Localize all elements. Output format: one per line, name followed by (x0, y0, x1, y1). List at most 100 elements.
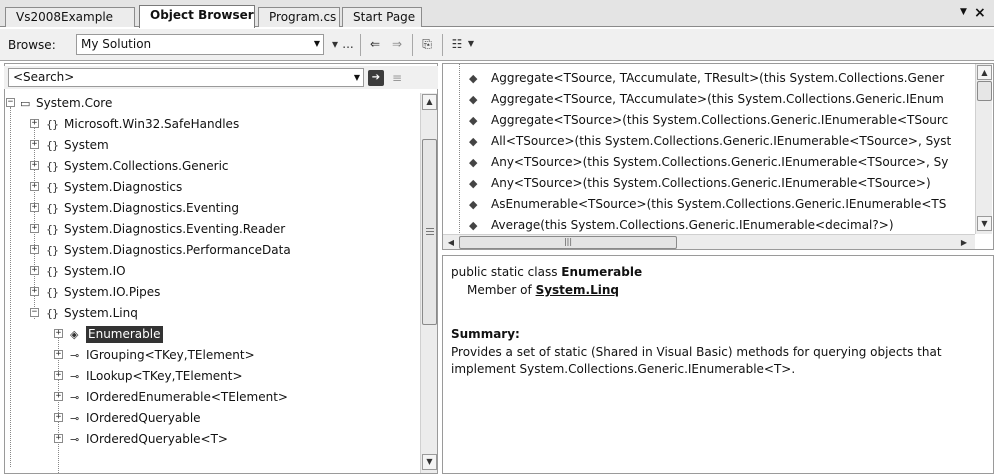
expand-icon[interactable]: + (30, 140, 39, 149)
collapse-icon[interactable]: − (6, 98, 15, 107)
member-item[interactable]: ◆ Aggregate<TSource, TAccumulate>(this S… (443, 89, 973, 110)
member-item[interactable]: ◆ All<TSource>(this System.Collections.G… (443, 131, 973, 152)
tree-node-namespace[interactable]: + {} System.Diagnostics (6, 177, 416, 198)
member-label: Aggregate<TSource, TAccumulate>(this Sys… (491, 92, 944, 106)
namespace-icon: {} (46, 223, 59, 236)
search-input[interactable]: <Search> ▼ (8, 68, 364, 87)
scroll-grip (426, 234, 434, 235)
expand-icon[interactable]: + (54, 350, 63, 359)
tree-node-namespace[interactable]: + {} System.IO.Pipes (6, 282, 416, 303)
members-horizontal-scrollbar[interactable]: ◀ ||| ▶ (443, 234, 975, 249)
scroll-grip (426, 228, 434, 229)
settings-dropdown-icon[interactable]: ▼ (466, 35, 476, 55)
tree-node-label: System.Linq (64, 306, 138, 320)
add-reference-icon[interactable]: ⎘ (418, 35, 436, 55)
toolbar-separator (412, 34, 413, 56)
namespace-icon: {} (46, 139, 59, 152)
class-icon: ◈ (70, 328, 79, 341)
tree-node-type[interactable]: + ⊸ IOrderedQueryable (6, 408, 416, 429)
member-item[interactable]: ◆ Any<TSource>(this System.Collections.G… (443, 152, 973, 173)
member-item[interactable]: ◆ Aggregate<TSource, TAccumulate, TResul… (443, 68, 973, 89)
tree-node-namespace[interactable]: + {} System.IO (6, 261, 416, 282)
tab-vs2008example[interactable]: Vs2008Example (5, 7, 135, 27)
namespace-link[interactable]: System.Linq (536, 283, 619, 297)
chevron-down-icon: ▼ (353, 73, 360, 82)
tree-node-namespace[interactable]: + {} System.Collections.Generic (6, 156, 416, 177)
tree-node-label: System.Diagnostics.PerformanceData (64, 243, 291, 257)
tree-node-namespace[interactable]: + {} System (6, 135, 416, 156)
tab-start-page[interactable]: Start Page (342, 7, 422, 27)
forward-arrow-icon[interactable]: ⇒ (388, 35, 406, 55)
scrollbar-thumb[interactable] (422, 139, 437, 325)
tree-node-namespace-system-linq[interactable]: − {} System.Linq (6, 303, 416, 324)
scroll-down-icon[interactable]: ▼ (422, 454, 437, 470)
tree-node-type[interactable]: + ⊸ IOrderedQueryable<T> (6, 429, 416, 450)
tree-node-type[interactable]: + ⊸ ILookup<TKey,TElement> (6, 366, 416, 387)
tree-node-namespace[interactable]: + {} System.Diagnostics.PerformanceData (6, 240, 416, 261)
expand-icon[interactable]: + (30, 224, 39, 233)
tree-node-namespace[interactable]: + {} System.Diagnostics.Eventing.Reader (6, 219, 416, 240)
browse-scope-dropdown[interactable]: My Solution ▼ (76, 34, 324, 55)
scroll-right-icon[interactable]: ▶ (957, 236, 971, 249)
toolbar-separator (360, 34, 361, 56)
tree-node-label: System (64, 138, 109, 152)
tree-node-system-core[interactable]: − ▭ System.Core (6, 93, 416, 114)
expand-icon[interactable]: + (54, 413, 63, 422)
expand-icon[interactable]: + (30, 161, 39, 170)
clear-search-icon[interactable]: ≡ (388, 70, 406, 86)
search-placeholder: <Search> (13, 70, 75, 84)
back-arrow-icon[interactable]: ⇐ (366, 35, 384, 55)
scroll-up-icon[interactable]: ▲ (977, 65, 992, 80)
tree-vertical-scrollbar[interactable]: ▲ ▼ (420, 93, 437, 473)
expand-icon[interactable]: + (30, 266, 39, 275)
extension-method-icon: ◆ (469, 93, 478, 106)
scroll-grip (426, 231, 434, 232)
member-item[interactable]: ◆ Average(this System.Collections.Generi… (443, 215, 973, 236)
tree-node-namespace[interactable]: + {} System.Diagnostics.Eventing (6, 198, 416, 219)
tree-node-namespace[interactable]: + {} Microsoft.Win32.SafeHandles (6, 114, 416, 135)
scroll-down-icon[interactable]: ▼ (977, 216, 992, 231)
tree-node-label: System.Collections.Generic (64, 159, 229, 173)
tab-object-browser[interactable]: Object Browser (139, 5, 255, 28)
tree-node-type[interactable]: + ⊸ IGrouping<TKey,TElement> (6, 345, 416, 366)
settings-list-icon[interactable]: ☷ (448, 35, 466, 55)
edit-custom-component-set-button[interactable]: ... (341, 35, 355, 55)
members-pane: ◆ Aggregate<TSource, TAccumulate, TResul… (442, 63, 994, 250)
expand-icon[interactable]: + (30, 203, 39, 212)
scrollbar-thumb[interactable]: ||| (459, 236, 677, 249)
extension-method-icon: ◆ (469, 72, 478, 85)
tab-list-dropdown-icon[interactable]: ▼ (960, 7, 967, 17)
type-signature: public static class Enumerable (451, 264, 642, 281)
expand-icon[interactable]: + (30, 287, 39, 296)
browse-dropdown-arrow-icon[interactable]: ▾ (328, 35, 342, 55)
scroll-left-icon[interactable]: ◀ (444, 236, 458, 249)
interface-icon: ⊸ (70, 412, 79, 425)
member-label: Average(this System.Collections.Generic.… (491, 218, 894, 232)
member-item[interactable]: ◆ Aggregate<TSource>(this System.Collect… (443, 110, 973, 131)
member-label: Aggregate<TSource, TAccumulate, TResult>… (491, 71, 945, 85)
close-tab-icon[interactable]: × (974, 5, 986, 21)
tree-node-type[interactable]: + ◈ Enumerable (6, 324, 416, 345)
tab-program-cs[interactable]: Program.cs (258, 7, 340, 27)
members-vertical-scrollbar[interactable]: ▲ ▼ (975, 64, 992, 234)
collapse-icon[interactable]: − (30, 308, 39, 317)
interface-icon: ⊸ (70, 433, 79, 446)
expand-icon[interactable]: + (54, 371, 63, 380)
expand-icon[interactable]: + (30, 119, 39, 128)
expand-icon[interactable]: + (30, 182, 39, 191)
tree-node-type[interactable]: + ⊸ IOrderedEnumerable<TElement> (6, 387, 416, 408)
scroll-up-icon[interactable]: ▲ (422, 94, 437, 110)
member-of-line: Member of System.Linq (467, 282, 619, 299)
tree-node-label: ILookup<TKey,TElement> (86, 369, 243, 383)
expand-icon[interactable]: + (30, 245, 39, 254)
expand-icon[interactable]: + (54, 329, 63, 338)
scrollbar-thumb[interactable] (977, 81, 992, 101)
summary-label: Summary: (451, 327, 520, 341)
expand-icon[interactable]: + (54, 392, 63, 401)
search-go-icon[interactable]: ➔ (368, 70, 384, 86)
tree-node-label: Microsoft.Win32.SafeHandles (64, 117, 240, 131)
expand-icon[interactable]: + (54, 434, 63, 443)
member-item[interactable]: ◆ AsEnumerable<TSource>(this System.Coll… (443, 194, 973, 215)
member-item[interactable]: ◆ Any<TSource>(this System.Collections.G… (443, 173, 973, 194)
tree-node-label: System.Diagnostics (64, 180, 183, 194)
